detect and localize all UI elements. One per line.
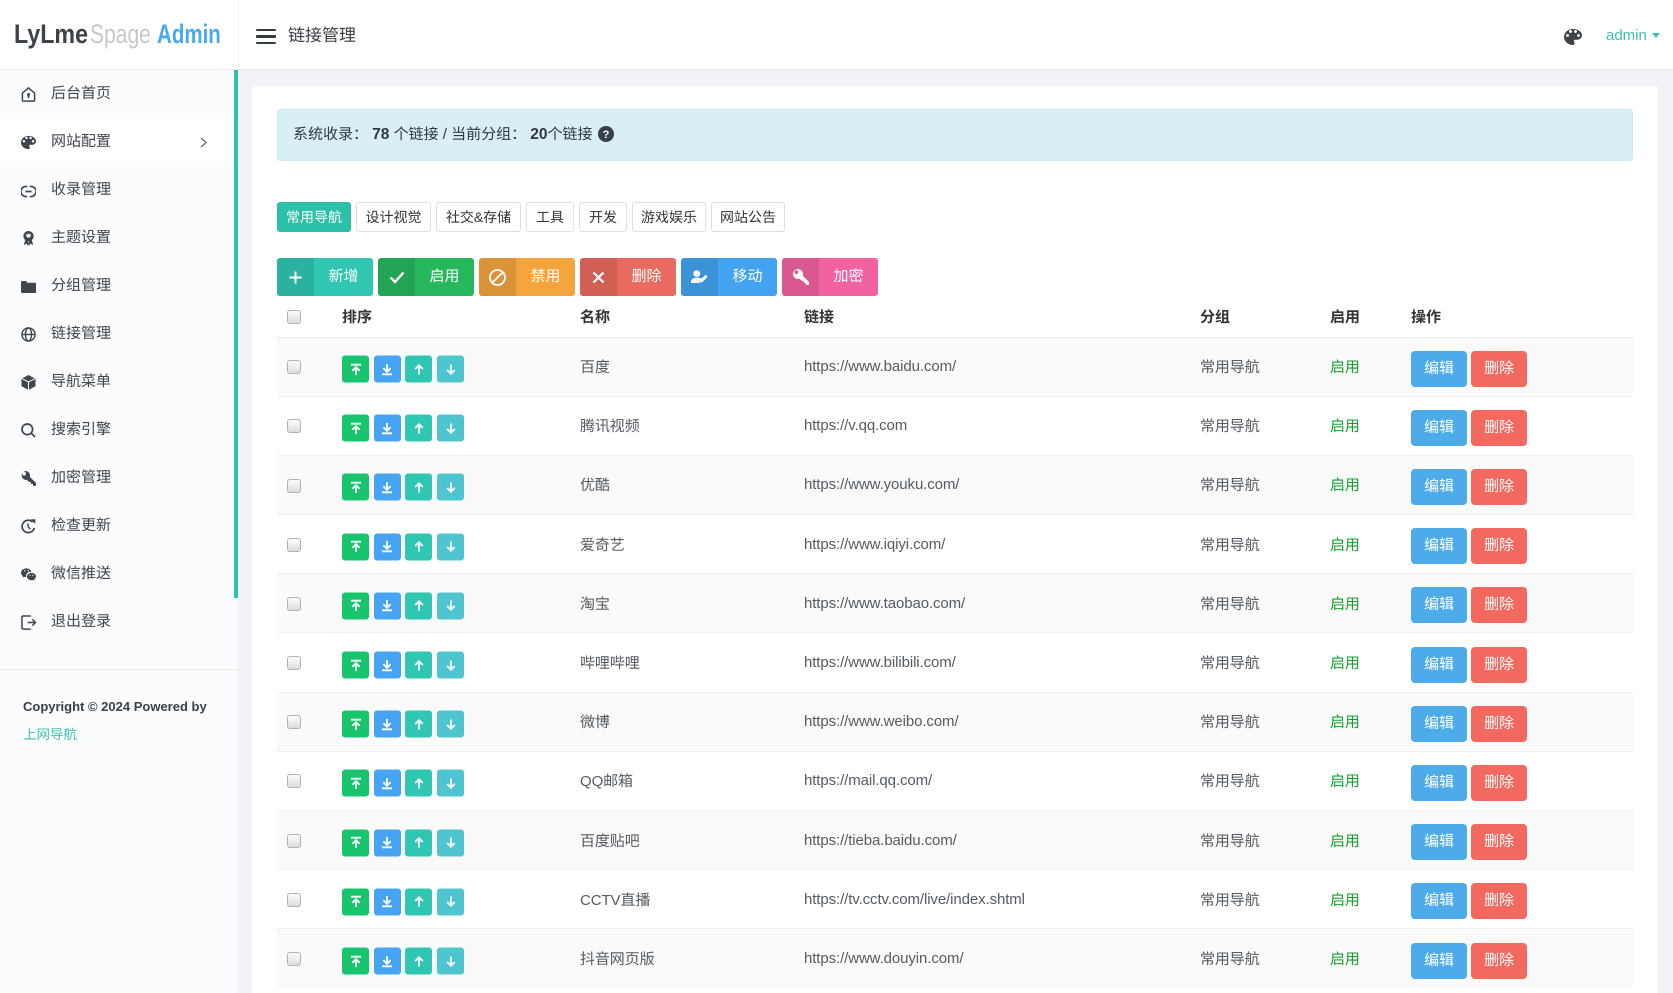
svg-text:?: ? — [602, 129, 609, 141]
